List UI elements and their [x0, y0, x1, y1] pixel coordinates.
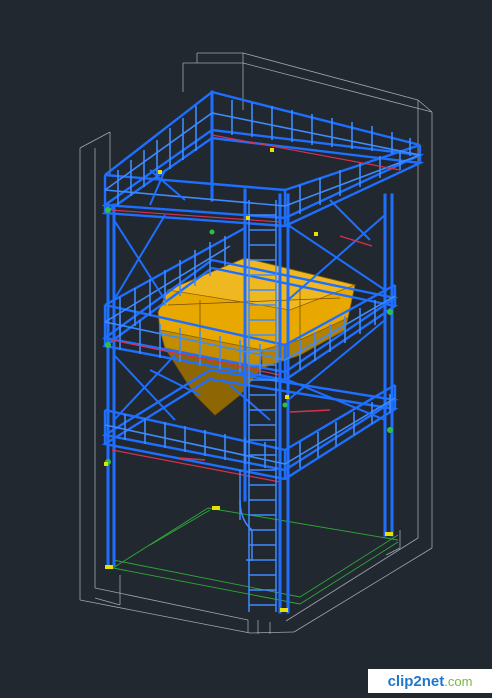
deck-level-1: [101, 90, 425, 228]
cad-viewport[interactable]: [0, 0, 492, 693]
watermark-suffix: .com: [444, 673, 473, 689]
watermark-brand: clip2net: [387, 672, 445, 690]
structure-3d-wireframe: [79, 52, 433, 634]
clip2net-watermark: clip2net .com: [368, 669, 492, 693]
